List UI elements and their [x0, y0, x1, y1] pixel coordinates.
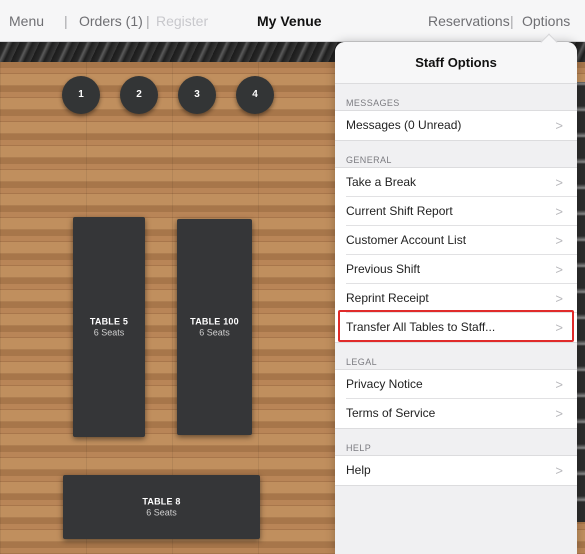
menu-item-label: Transfer All Tables to Staff...	[346, 320, 496, 334]
table-name: TABLE 100	[190, 316, 239, 327]
table-seats: 6 Seats	[199, 327, 230, 338]
table-5[interactable]: TABLE 5 6 Seats	[73, 217, 145, 437]
table-label: TABLE 5 6 Seats	[73, 317, 145, 338]
menu-item-privacy-notice[interactable]: Privacy Notice >	[335, 370, 577, 399]
menu-item-customer-account-list[interactable]: Customer Account List >	[335, 226, 577, 255]
table-label: TABLE 100 6 Seats	[177, 317, 252, 338]
table-name: TABLE 5	[89, 316, 129, 327]
menu-item-transfer-all-tables[interactable]: Transfer All Tables to Staff... >	[335, 313, 577, 342]
menu-item-label: Take a Break	[346, 175, 417, 189]
nav-separator: |	[146, 13, 150, 29]
top-navigation-bar: Menu | Orders (1) | Register My Venue Re…	[0, 0, 585, 42]
chevron-right-icon: >	[555, 262, 563, 277]
chevron-right-icon: >	[555, 233, 563, 248]
menu-item-label: Terms of Service	[346, 406, 436, 420]
reservations-link[interactable]: Reservations	[428, 0, 510, 42]
orders-link[interactable]: Orders (1)	[79, 0, 143, 42]
menu-item-label: Current Shift Report	[346, 204, 453, 218]
staff-options-popover: Staff Options MESSAGES Messages (0 Unrea…	[335, 42, 577, 554]
chevron-right-icon: >	[555, 320, 563, 335]
messages-list: Messages (0 Unread) >	[335, 110, 577, 141]
nav-separator: |	[510, 13, 514, 29]
menu-link[interactable]: Menu	[9, 0, 44, 42]
menu-item-label: Reprint Receipt	[346, 291, 429, 305]
menu-item-label: Previous Shift	[346, 262, 421, 276]
menu-item-messages[interactable]: Messages (0 Unread) >	[335, 111, 577, 140]
menu-item-label: Privacy Notice	[346, 377, 423, 391]
table-seats: 6 Seats	[146, 507, 177, 518]
table-seats: 6 Seats	[93, 327, 125, 338]
menu-item-label: Help	[346, 463, 371, 477]
chevron-right-icon: >	[555, 175, 563, 190]
menu-item-help[interactable]: Help >	[335, 456, 577, 485]
menu-item-previous-shift[interactable]: Previous Shift >	[335, 255, 577, 284]
menu-item-terms-of-service[interactable]: Terms of Service >	[335, 399, 577, 428]
chevron-right-icon: >	[555, 406, 563, 421]
nav-separator: |	[64, 13, 68, 29]
popover-title: Staff Options	[335, 42, 577, 84]
register-link[interactable]: Register	[156, 0, 208, 42]
seat-3[interactable]: 3	[178, 76, 216, 114]
section-label-messages: MESSAGES	[346, 98, 400, 108]
chevron-right-icon: >	[555, 204, 563, 219]
section-label-legal: LEGAL	[346, 357, 378, 367]
table-name: TABLE 8	[142, 496, 181, 507]
table-label: TABLE 8 6 Seats	[63, 497, 260, 518]
help-list: Help >	[335, 455, 577, 486]
legal-list: Privacy Notice > Terms of Service >	[335, 369, 577, 429]
menu-item-current-shift-report[interactable]: Current Shift Report >	[335, 197, 577, 226]
chevron-right-icon: >	[555, 118, 563, 133]
seat-4[interactable]: 4	[236, 76, 274, 114]
chevron-right-icon: >	[555, 463, 563, 478]
chevron-right-icon: >	[555, 291, 563, 306]
chevron-right-icon: >	[555, 377, 563, 392]
menu-item-label: Customer Account List	[346, 233, 467, 247]
seat-1[interactable]: 1	[62, 76, 100, 114]
menu-item-label: Messages (0 Unread)	[346, 118, 462, 132]
section-label-help: HELP	[346, 443, 372, 453]
menu-item-take-a-break[interactable]: Take a Break >	[335, 168, 577, 197]
section-label-general: GENERAL	[346, 155, 392, 165]
table-8[interactable]: TABLE 8 6 Seats	[63, 475, 260, 539]
menu-item-reprint-receipt[interactable]: Reprint Receipt >	[335, 284, 577, 313]
table-100[interactable]: TABLE 100 6 Seats	[177, 219, 252, 435]
general-list: Take a Break > Current Shift Report > Cu…	[335, 167, 577, 343]
venue-title: My Venue	[257, 13, 322, 29]
seat-2[interactable]: 2	[120, 76, 158, 114]
